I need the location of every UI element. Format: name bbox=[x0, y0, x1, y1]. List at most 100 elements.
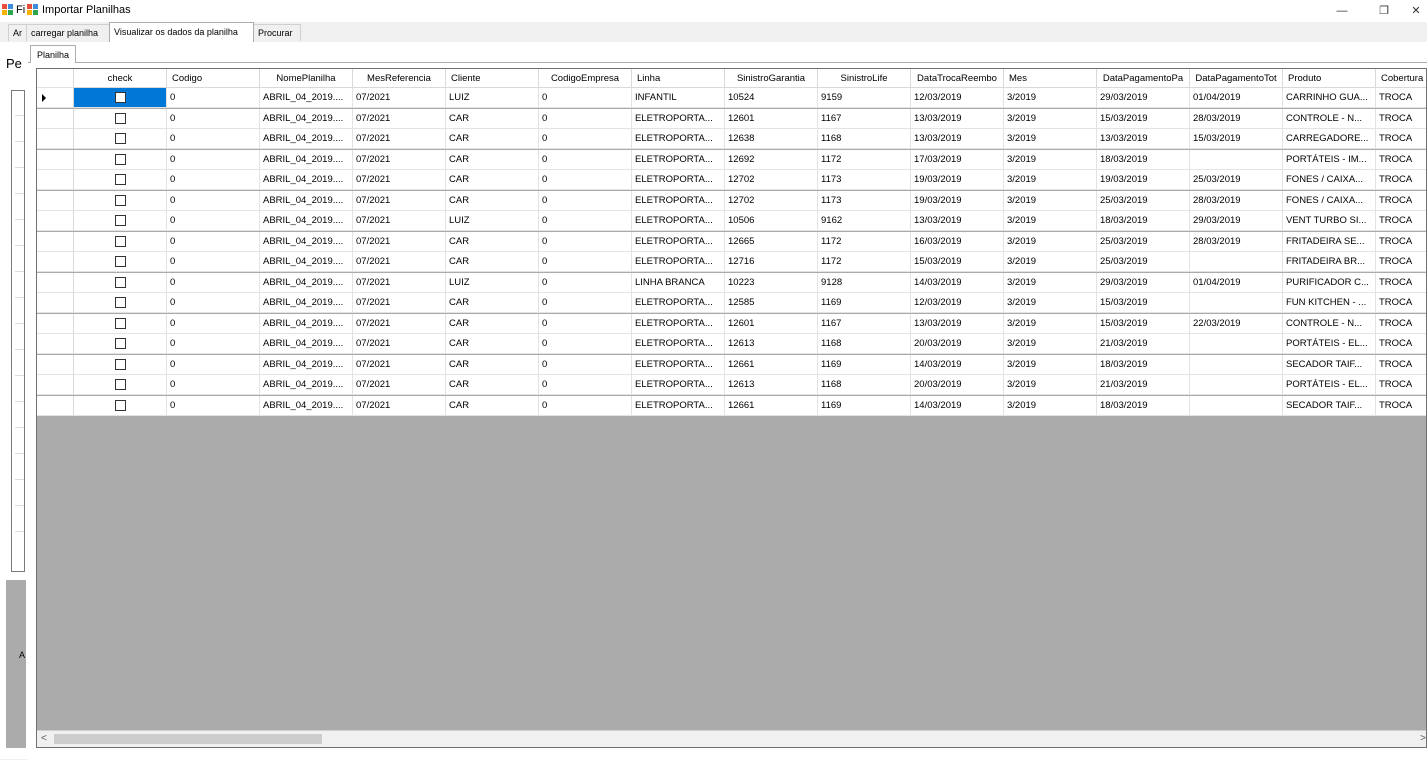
cell-mes[interactable]: 3/2019 bbox=[1004, 170, 1097, 190]
cell-mes-referencia[interactable]: 07/2021 bbox=[353, 252, 446, 272]
cell-mes[interactable]: 3/2019 bbox=[1004, 313, 1097, 334]
cell-sinistro-garantia[interactable]: 10506 bbox=[725, 211, 818, 231]
cell-nome-planilha[interactable]: ABRIL_04_2019.... bbox=[260, 190, 353, 211]
close-button[interactable]: ✕ bbox=[1405, 2, 1427, 20]
cell-linha[interactable]: ELETROPORTA... bbox=[632, 252, 725, 272]
cell-produto[interactable]: SECADOR TAIF... bbox=[1283, 395, 1376, 416]
cell-sinistro-life[interactable]: 1172 bbox=[818, 149, 911, 170]
header-col-data-pagamento-tot[interactable]: DataPagamentoTot bbox=[1190, 69, 1283, 88]
cell-cliente[interactable]: CAR bbox=[446, 170, 539, 190]
cell-data-pagamento-tot[interactable]: 29/03/2019 bbox=[1190, 211, 1283, 231]
cell-cobertura[interactable]: TROCA bbox=[1376, 293, 1426, 313]
cell-sinistro-garantia[interactable]: 12661 bbox=[725, 354, 818, 375]
cell-data-troca[interactable]: 19/03/2019 bbox=[911, 190, 1004, 211]
cell-linha[interactable]: INFANTIL bbox=[632, 88, 725, 108]
cell-cliente[interactable]: LUIZ bbox=[446, 88, 539, 108]
cell-codigo[interactable]: 0 bbox=[167, 293, 260, 313]
cell-cobertura[interactable]: TROCA bbox=[1376, 170, 1426, 190]
cell-cliente[interactable]: CAR bbox=[446, 129, 539, 149]
cell-codigo-empresa[interactable]: 0 bbox=[539, 108, 632, 129]
cell-data-pagamento-tot[interactable]: 25/03/2019 bbox=[1190, 170, 1283, 190]
cell-mes-referencia[interactable]: 07/2021 bbox=[353, 293, 446, 313]
cell-cobertura[interactable]: TROCA bbox=[1376, 375, 1426, 395]
cell-produto[interactable]: PORTÁTEIS - EL... bbox=[1283, 334, 1376, 354]
row-checkbox[interactable] bbox=[115, 256, 126, 267]
cell-codigo[interactable]: 0 bbox=[167, 170, 260, 190]
cell-nome-planilha[interactable]: ABRIL_04_2019.... bbox=[260, 149, 353, 170]
cell-data-troca[interactable]: 14/03/2019 bbox=[911, 354, 1004, 375]
scroll-left-icon[interactable]: < bbox=[41, 733, 47, 744]
header-col-mes-referencia[interactable]: MesReferencia bbox=[353, 69, 446, 88]
cell-data-troca[interactable]: 12/03/2019 bbox=[911, 293, 1004, 313]
cell-data-pagamento-pa[interactable]: 15/03/2019 bbox=[1097, 313, 1190, 334]
row-checkbox[interactable] bbox=[115, 379, 126, 390]
cell-sinistro-life[interactable]: 1168 bbox=[818, 334, 911, 354]
row-checkbox[interactable] bbox=[115, 235, 126, 247]
header-col-cliente[interactable]: Cliente bbox=[446, 69, 539, 88]
row-header[interactable] bbox=[37, 149, 74, 170]
data-grid[interactable]: < > check Codigo NomePlanilha MesReferencia… bbox=[36, 68, 1427, 748]
horizontal-scrollbar[interactable]: < > bbox=[37, 730, 1426, 747]
cell-sinistro-garantia[interactable]: 12702 bbox=[725, 170, 818, 190]
cell-sinistro-garantia[interactable]: 12716 bbox=[725, 252, 818, 272]
cell-mes-referencia[interactable]: 07/2021 bbox=[353, 211, 446, 231]
header-col-sinistro-life[interactable]: SinistroLife bbox=[818, 69, 911, 88]
cell-cobertura[interactable]: TROCA bbox=[1376, 272, 1426, 293]
cell-data-pagamento-tot[interactable] bbox=[1190, 334, 1283, 354]
scroll-thumb[interactable] bbox=[54, 734, 322, 744]
cell-nome-planilha[interactable]: ABRIL_04_2019.... bbox=[260, 211, 353, 231]
row-header[interactable] bbox=[37, 108, 74, 129]
cell-cliente[interactable]: CAR bbox=[446, 149, 539, 170]
cell-nome-planilha[interactable]: ABRIL_04_2019.... bbox=[260, 231, 353, 252]
cell-cobertura[interactable]: TROCA bbox=[1376, 354, 1426, 375]
cell-codigo[interactable]: 0 bbox=[167, 375, 260, 395]
cell-codigo-empresa[interactable]: 0 bbox=[539, 88, 632, 108]
cell-sinistro-garantia[interactable]: 12601 bbox=[725, 108, 818, 129]
header-col-check[interactable]: check bbox=[74, 69, 167, 88]
cell-cliente[interactable]: LUIZ bbox=[446, 211, 539, 231]
cell-nome-planilha[interactable]: ABRIL_04_2019.... bbox=[260, 88, 353, 108]
cell-data-pagamento-tot[interactable]: 28/03/2019 bbox=[1190, 108, 1283, 129]
cell-sinistro-garantia[interactable]: 12702 bbox=[725, 190, 818, 211]
cell-codigo-empresa[interactable]: 0 bbox=[539, 190, 632, 211]
cell-sinistro-life[interactable]: 1168 bbox=[818, 375, 911, 395]
cell-data-pagamento-tot[interactable]: 28/03/2019 bbox=[1190, 231, 1283, 252]
cell-mes[interactable]: 3/2019 bbox=[1004, 354, 1097, 375]
cell-sinistro-life[interactable]: 9128 bbox=[818, 272, 911, 293]
row-checkbox[interactable] bbox=[115, 399, 126, 411]
header-col-mes[interactable]: Mes bbox=[1004, 69, 1097, 88]
cell-produto[interactable]: VENT TURBO SI... bbox=[1283, 211, 1376, 231]
cell-codigo[interactable]: 0 bbox=[167, 231, 260, 252]
row-checkbox[interactable] bbox=[115, 153, 126, 165]
cell-cobertura[interactable]: TROCA bbox=[1376, 313, 1426, 334]
cell-mes[interactable]: 3/2019 bbox=[1004, 211, 1097, 231]
cell-nome-planilha[interactable]: ABRIL_04_2019.... bbox=[260, 313, 353, 334]
row-header[interactable] bbox=[37, 334, 74, 354]
check-cell[interactable] bbox=[74, 129, 167, 149]
cell-data-pagamento-pa[interactable]: 18/03/2019 bbox=[1097, 395, 1190, 416]
check-cell[interactable] bbox=[74, 293, 167, 313]
cell-linha[interactable]: ELETROPORTA... bbox=[632, 190, 725, 211]
tab-planilha[interactable]: Planilha bbox=[30, 45, 77, 63]
cell-data-troca[interactable]: 14/03/2019 bbox=[911, 395, 1004, 416]
cell-nome-planilha[interactable]: ABRIL_04_2019.... bbox=[260, 293, 353, 313]
background-button[interactable] bbox=[6, 580, 26, 759]
cell-sinistro-life[interactable]: 1172 bbox=[818, 252, 911, 272]
cell-cobertura[interactable]: TROCA bbox=[1376, 334, 1426, 354]
cell-sinistro-life[interactable]: 1172 bbox=[818, 231, 911, 252]
row-header[interactable] bbox=[37, 293, 74, 313]
cell-codigo-empresa[interactable]: 0 bbox=[539, 129, 632, 149]
cell-produto[interactable]: CONTROLE - N... bbox=[1283, 313, 1376, 334]
row-header[interactable] bbox=[37, 211, 74, 231]
cell-data-pagamento-pa[interactable]: 25/03/2019 bbox=[1097, 190, 1190, 211]
row-header[interactable] bbox=[37, 88, 74, 108]
check-cell[interactable] bbox=[74, 211, 167, 231]
cell-sinistro-life[interactable]: 9162 bbox=[818, 211, 911, 231]
cell-sinistro-garantia[interactable]: 12613 bbox=[725, 375, 818, 395]
row-header[interactable] bbox=[37, 313, 74, 334]
cell-cobertura[interactable]: TROCA bbox=[1376, 252, 1426, 272]
cell-cliente[interactable]: CAR bbox=[446, 190, 539, 211]
cell-data-pagamento-pa[interactable]: 15/03/2019 bbox=[1097, 293, 1190, 313]
cell-codigo[interactable]: 0 bbox=[167, 190, 260, 211]
cell-mes-referencia[interactable]: 07/2021 bbox=[353, 108, 446, 129]
